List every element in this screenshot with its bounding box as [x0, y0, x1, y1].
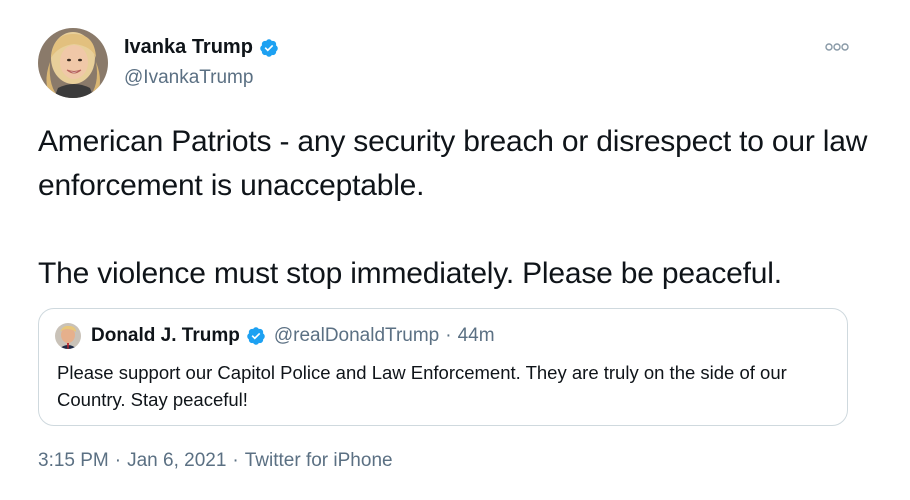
verified-badge-icon — [246, 326, 266, 346]
quoted-header: Donald J. Trump @realDonaldTrump · 44m — [91, 325, 495, 347]
meta-separator: · — [232, 450, 239, 471]
author-avatar[interactable] — [38, 28, 108, 98]
more-options-icon[interactable] — [822, 40, 852, 54]
tweet-time[interactable]: 3:15 PM — [38, 450, 109, 471]
quoted-tweet-text: Please support our Capitol Police and La… — [57, 362, 787, 410]
quoted-avatar-image — [55, 323, 81, 349]
quoted-separator: · — [445, 325, 452, 346]
verified-badge-icon — [259, 38, 279, 58]
author-name[interactable]: Ivanka Trump — [124, 36, 279, 59]
tweet-date[interactable]: Jan 6, 2021 — [127, 450, 226, 471]
tweet-source[interactable]: Twitter for iPhone — [245, 450, 393, 471]
quoted-author-name: Donald J. Trump — [91, 325, 240, 346]
tweet-body: American Patriots - any security breach … — [38, 120, 878, 296]
avatar-image — [38, 28, 108, 98]
tweet-meta: 3:15 PM · Jan 6, 2021 · Twitter for iPhone — [38, 450, 393, 472]
tweet-paragraph: The violence must stop immediately. Plea… — [38, 257, 782, 290]
author-handle[interactable]: @IvankaTrump — [124, 67, 253, 89]
quoted-timestamp: 44m — [457, 325, 495, 346]
tweet-paragraph: American Patriots - any security breach … — [38, 125, 868, 202]
author-name-text[interactable]: Ivanka Trump — [124, 36, 253, 59]
meta-separator: · — [114, 450, 122, 471]
quoted-tweet[interactable]: Donald J. Trump @realDonaldTrump · 44m P… — [38, 308, 848, 426]
tweet-card: Ivanka Trump @IvankaTrump American Patri… — [0, 0, 910, 500]
quoted-author-handle: @realDonaldTrump — [273, 325, 440, 346]
quoted-author-avatar — [55, 323, 81, 349]
